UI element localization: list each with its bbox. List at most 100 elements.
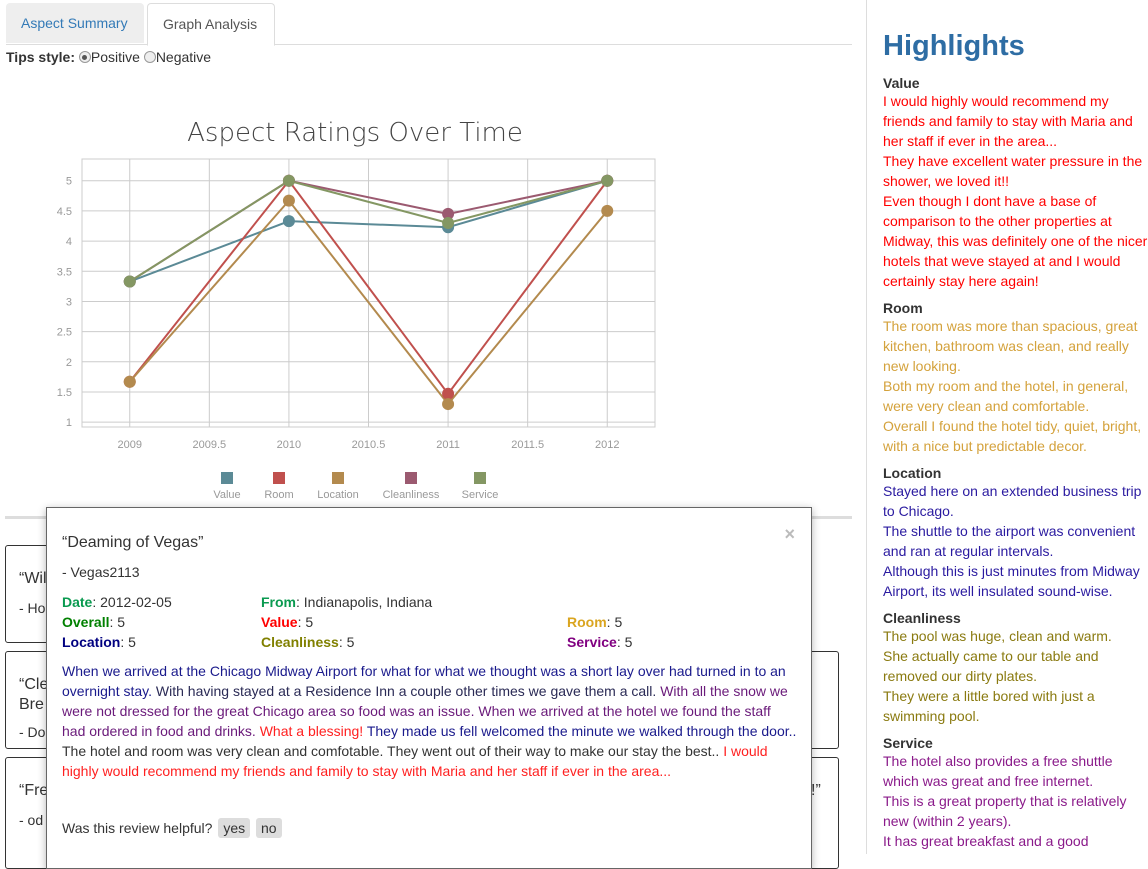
rating-value: : 5 — [109, 614, 126, 630]
highlight-item[interactable]: Even though I dont have a base of compar… — [883, 191, 1148, 291]
y-tick-label: 3 — [66, 296, 72, 308]
review-sentence: With having stayed at a Residence Inn a … — [155, 683, 661, 699]
x-tick-label: 2009 — [118, 439, 142, 451]
rating-label: Room — [567, 614, 607, 630]
highlight-list: I would highly would recommend my friend… — [883, 91, 1148, 291]
rating-cleanliness: Cleanliness: 5 — [261, 634, 354, 650]
radio-negative[interactable] — [143, 51, 156, 63]
rating-value: : 5 — [338, 634, 355, 650]
rating-label: Location — [62, 634, 121, 650]
review-card-title: “Fre — [19, 782, 49, 799]
legend-label-location: Location — [317, 489, 359, 501]
highlight-item[interactable]: They have excellent water pressure in th… — [883, 151, 1148, 191]
helpful-prompt: Was this review helpful? yes no — [62, 818, 282, 838]
rating-service: Service: 5 — [567, 634, 632, 650]
highlight-list: The pool was huge, clean and warm. She ac… — [883, 626, 1148, 726]
highlight-heading-service: Service — [883, 735, 933, 751]
radio-negative-label[interactable]: Negative — [156, 49, 211, 65]
no-button[interactable]: no — [256, 818, 282, 838]
rating-label: Cleanliness — [261, 634, 339, 650]
y-tick-label: 2.5 — [57, 327, 72, 339]
review-card-title: “Cle — [19, 676, 49, 693]
legend-swatch-service — [474, 472, 486, 484]
from-label: From — [261, 594, 296, 610]
highlight-item[interactable]: I would highly would recommend my friend… — [883, 91, 1148, 151]
review-sentence: What a blessing! — [259, 723, 367, 739]
review-card-user: - Ho — [19, 600, 46, 616]
highlight-item[interactable]: The room was more than spacious, great k… — [883, 316, 1148, 376]
data-point-location — [442, 398, 455, 411]
highlight-item[interactable]: Although this is just minutes from Midwa… — [883, 561, 1148, 601]
rating-label: Service — [567, 634, 617, 650]
tips-style: Tips style: Positive Negative — [6, 49, 211, 65]
review-card-user: - od — [19, 812, 44, 828]
review-title: “Deaming of Vegas” — [62, 534, 204, 551]
highlight-list: Stayed here on an extended business trip… — [883, 481, 1148, 601]
close-icon[interactable]: × — [784, 524, 795, 545]
date-label: Date — [62, 594, 93, 610]
legend-label-service: Service — [462, 489, 499, 501]
radio-positive[interactable] — [78, 51, 91, 63]
data-point-location — [601, 204, 614, 217]
legend-label-room: Room — [264, 489, 293, 501]
x-tick-label: 2012 — [595, 439, 619, 451]
data-point-room — [442, 387, 455, 400]
legend-swatch-cleanliness — [405, 472, 417, 484]
rating-value: : 5 — [297, 614, 314, 630]
review-body: When we arrived at the Chicago Midway Ai… — [62, 661, 797, 781]
legend-swatch-room — [273, 472, 285, 484]
highlight-item[interactable]: It has great breakfast and a good — [883, 831, 1148, 851]
highlight-list: The room was more than spacious, great k… — [883, 316, 1148, 456]
highlight-item[interactable]: Both my room and the hotel, in general, … — [883, 376, 1148, 416]
rating-value: : 5 — [606, 614, 623, 630]
helpful-label: Was this review helpful? — [62, 820, 213, 836]
review-sentence: They made us fell welcomed the minute we… — [366, 723, 797, 739]
highlight-item[interactable]: This is a great property that is relativ… — [883, 791, 1148, 831]
data-point-location — [282, 194, 295, 207]
review-sentence: The hotel and room was very clean and co… — [62, 743, 724, 759]
rating-value: : 5 — [120, 634, 136, 650]
sidebar-divider — [866, 0, 867, 854]
legend-label-value: Value — [213, 489, 240, 501]
highlight-item[interactable]: Stayed here on an extended business trip… — [883, 481, 1148, 521]
y-tick-label: 4 — [66, 236, 72, 248]
x-tick-label: 2011 — [436, 439, 460, 451]
x-tick-label: 2010 — [277, 439, 301, 451]
review-card-title-line2: Bre — [19, 696, 44, 713]
y-tick-label: 2 — [66, 357, 72, 369]
data-point-service — [442, 216, 455, 229]
highlights-panel: Highlights Value I would highly would rec… — [883, 30, 1148, 860]
legend-swatch-value — [221, 472, 233, 484]
y-tick-label: 3.5 — [57, 266, 72, 278]
highlight-item[interactable]: They were a little bored with just a swi… — [883, 686, 1148, 726]
y-tick-label: 1 — [66, 417, 72, 429]
y-tick-label: 5 — [66, 176, 72, 188]
data-point-service — [601, 174, 614, 187]
x-tick-label: 2010.5 — [352, 439, 386, 451]
aspect-ratings-chart: Aspect Ratings Over Time 2009 2009.5 2010 20… — [57, 118, 656, 501]
tab-aspect-summary[interactable]: Aspect Summary — [6, 3, 144, 43]
rating-value: Value: 5 — [261, 614, 313, 630]
rating-label: Overall — [62, 614, 110, 630]
highlight-item[interactable]: She actually came to our table and remov… — [883, 646, 1148, 686]
highlight-heading-cleanliness: Cleanliness — [883, 610, 961, 626]
highlight-heading-location: Location — [883, 465, 942, 481]
highlight-item[interactable]: The hotel also provides a free shuttle w… — [883, 751, 1148, 791]
tab-graph-analysis[interactable]: Graph Analysis — [147, 3, 275, 46]
review-user: - Vegas2113 — [62, 564, 140, 580]
date-value: : 2012-02-05 — [92, 594, 172, 610]
review-card-title-end: !” — [811, 782, 821, 799]
rating-overall: Overall: 5 — [62, 614, 125, 630]
radio-positive-label[interactable]: Positive — [91, 49, 140, 65]
tips-style-label: Tips style: — [6, 49, 75, 65]
highlight-heading-room: Room — [883, 300, 923, 316]
x-tick-label: 2011.5 — [511, 439, 544, 451]
highlight-item[interactable]: The shuttle to the airport was convenien… — [883, 521, 1148, 561]
highlight-item[interactable]: The pool was huge, clean and warm. — [883, 626, 1148, 646]
review-card-title: “Wil — [19, 570, 47, 587]
y-tick-label: 4.5 — [57, 206, 72, 218]
yes-button[interactable]: yes — [218, 818, 251, 838]
y-tick-label: 1.5 — [57, 387, 72, 399]
highlight-item[interactable]: Overall I found the hotel tidy, quiet, b… — [883, 416, 1148, 456]
x-tick-label: 2009.5 — [193, 439, 227, 451]
